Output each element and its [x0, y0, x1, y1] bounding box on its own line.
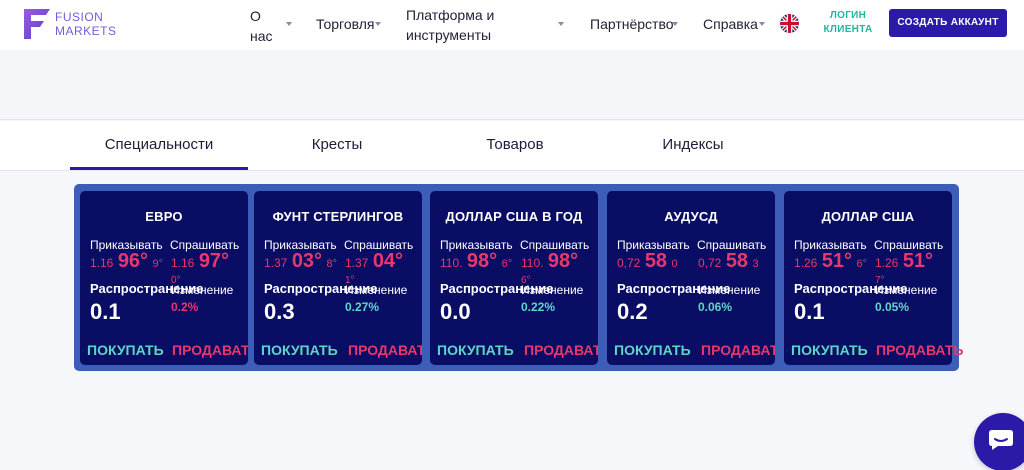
ask-price: 1.16 97° — [171, 250, 229, 273]
tab-specialties[interactable]: Специальности — [70, 136, 248, 153]
site-header: FUSION MARKETS О нас Торговля Платформа … — [0, 0, 1024, 50]
ask-price-small: 1.16 — [171, 256, 195, 270]
buy-button[interactable]: ПОКУПАТЬ — [791, 342, 868, 358]
sell-button[interactable]: ПРОДАВАТЬ — [876, 342, 963, 358]
ask-price-big: 58 — [725, 250, 749, 272]
nav-about[interactable]: О нас — [250, 6, 274, 46]
spread-value: 0.0 — [440, 299, 471, 324]
buy-button[interactable]: ПОКУПАТЬ — [87, 342, 164, 358]
chevron-down-icon — [558, 22, 564, 26]
bid-price-tiny: 9° — [152, 258, 164, 270]
ask-price: 1.37 04° — [345, 250, 403, 273]
ask-price-big: 97° — [198, 250, 230, 272]
spread-value: 0.2 — [617, 299, 648, 324]
tab-crosses[interactable]: Кресты — [248, 136, 426, 153]
tab-indices[interactable]: Индексы — [604, 136, 782, 153]
banner-band — [0, 50, 1024, 120]
buy-button[interactable]: ПОКУПАТЬ — [437, 342, 514, 358]
change-value: 0.27% — [345, 300, 380, 314]
ask-price-small: 1.37 — [345, 256, 369, 270]
quote-card-usdcad: ДОЛЛАР США Приказывать Спрашивать 1.26 5… — [784, 191, 963, 365]
quote-card-eur: ЕВРО Приказывать Спрашивать 1.16 96° 9° … — [80, 191, 248, 365]
sell-button[interactable]: ПРОДАВАТЬ — [172, 342, 248, 358]
bid-price-big: 51° — [821, 250, 853, 272]
nav-platforms[interactable]: Платформа и инструменты — [406, 5, 494, 45]
ask-price-small: 0,72 — [698, 256, 722, 270]
ask-price: 0,72 58 3 — [698, 250, 759, 273]
ask-price: 110. 98° — [521, 250, 578, 273]
ask-price-big: 98° — [547, 250, 579, 272]
client-login-link[interactable]: ЛОГИН КЛИЕНТА — [818, 9, 878, 37]
bid-price-small: 1.26 — [794, 256, 818, 270]
spread-value: 0.1 — [794, 299, 825, 324]
nav-partnership[interactable]: Партнёрство — [590, 14, 674, 34]
spread-value: 0.1 — [90, 299, 121, 324]
bid-price-tiny: 6° — [501, 258, 513, 270]
logo-text-markets: MARKETS — [55, 24, 117, 38]
sell-button[interactable]: ПРОДАВАТЬ — [701, 342, 775, 358]
bid-price: 0,72 58 0 — [617, 250, 678, 273]
logo[interactable]: FUSION MARKETS — [22, 7, 132, 41]
change-label: Изменение — [875, 283, 938, 297]
bid-price: 1.16 96° 9° — [90, 250, 163, 273]
nav-help[interactable]: Справка — [703, 14, 758, 34]
buy-button[interactable]: ПОКУПАТЬ — [261, 342, 338, 358]
change-value: 0.2% — [171, 300, 199, 314]
bid-price: 110. 98° 6° — [440, 250, 512, 273]
change-label: Изменение — [698, 283, 761, 297]
nav-trading[interactable]: Торговля — [316, 14, 374, 34]
bid-price-big: 03° — [291, 250, 323, 272]
quote-card-gbp: ФУНТ СТЕРЛИНГОВ Приказывать Спрашивать 1… — [254, 191, 422, 365]
bid-price-small: 0,72 — [617, 256, 641, 270]
spread-value: 0.3 — [264, 299, 295, 324]
quote-card-audusd: АУДУСД Приказывать Спрашивать 0,72 58 0 … — [607, 191, 775, 365]
chat-button[interactable] — [974, 413, 1024, 470]
bid-price-tiny: 6° — [856, 258, 868, 270]
sell-button[interactable]: ПРОДАВАТЬ — [348, 342, 422, 358]
bid-price-tiny: 0 — [671, 258, 678, 270]
fusion-logo-icon — [24, 9, 50, 39]
bid-price-big: 96° — [117, 250, 149, 272]
buy-button[interactable]: ПОКУПАТЬ — [614, 342, 691, 358]
bid-price-small: 1.16 — [90, 256, 114, 270]
change-label: Изменение — [345, 283, 408, 297]
change-value: 0.22% — [521, 300, 556, 314]
chevron-down-icon — [375, 22, 381, 26]
change-value: 0.05% — [875, 300, 910, 314]
quote-card-usdjpy: ДОЛЛАР США В ГОД Приказывать Спрашивать … — [430, 191, 598, 365]
bid-price-big: 58 — [644, 250, 668, 272]
change-value: 0.06% — [698, 300, 733, 314]
bid-price-small: 110. — [440, 256, 463, 270]
quotes-panel: ЕВРО Приказывать Спрашивать 1.16 96° 9° … — [74, 184, 963, 371]
chevron-down-icon — [759, 22, 765, 26]
ask-price-big: 51° — [902, 250, 934, 272]
ask-price-tiny: 3 — [752, 258, 759, 270]
bid-price-tiny: 8° — [326, 258, 338, 270]
card-title: АУДУСД — [664, 209, 718, 224]
uk-flag-icon[interactable] — [780, 14, 799, 33]
bid-price-big: 98° — [466, 250, 498, 272]
create-account-button[interactable]: СОЗДАТЬ АККАУНТ — [889, 9, 1007, 37]
chevron-down-icon — [286, 22, 292, 26]
logo-text-fusion: FUSION — [55, 10, 104, 24]
active-tab-indicator — [70, 167, 248, 170]
ask-price: 1.26 51° — [875, 250, 933, 273]
change-label: Изменение — [171, 283, 234, 297]
card-title: ЕВРО — [145, 209, 183, 224]
change-label: Изменение — [521, 283, 584, 297]
bid-price: 1.37 03° 8° — [264, 250, 337, 273]
card-title: ДОЛЛАР США — [821, 209, 915, 224]
ask-price-big: 04° — [372, 250, 404, 272]
bid-price: 1.26 51° 6° — [794, 250, 867, 273]
card-title: ФУНТ СТЕРЛИНГОВ — [272, 209, 404, 224]
tab-commodities[interactable]: Товаров — [426, 136, 604, 153]
ask-price-small: 1.26 — [875, 256, 899, 270]
bid-price-small: 1.37 — [264, 256, 288, 270]
card-title: ДОЛЛАР США В ГОД — [445, 209, 583, 224]
instrument-tabs: Специальности Кресты Товаров Индексы — [0, 121, 1024, 171]
sell-button[interactable]: ПРОДАВАТЬ — [524, 342, 598, 358]
ask-price-small: 110. — [521, 256, 544, 270]
chevron-down-icon — [672, 22, 678, 26]
chat-icon — [989, 430, 1013, 450]
